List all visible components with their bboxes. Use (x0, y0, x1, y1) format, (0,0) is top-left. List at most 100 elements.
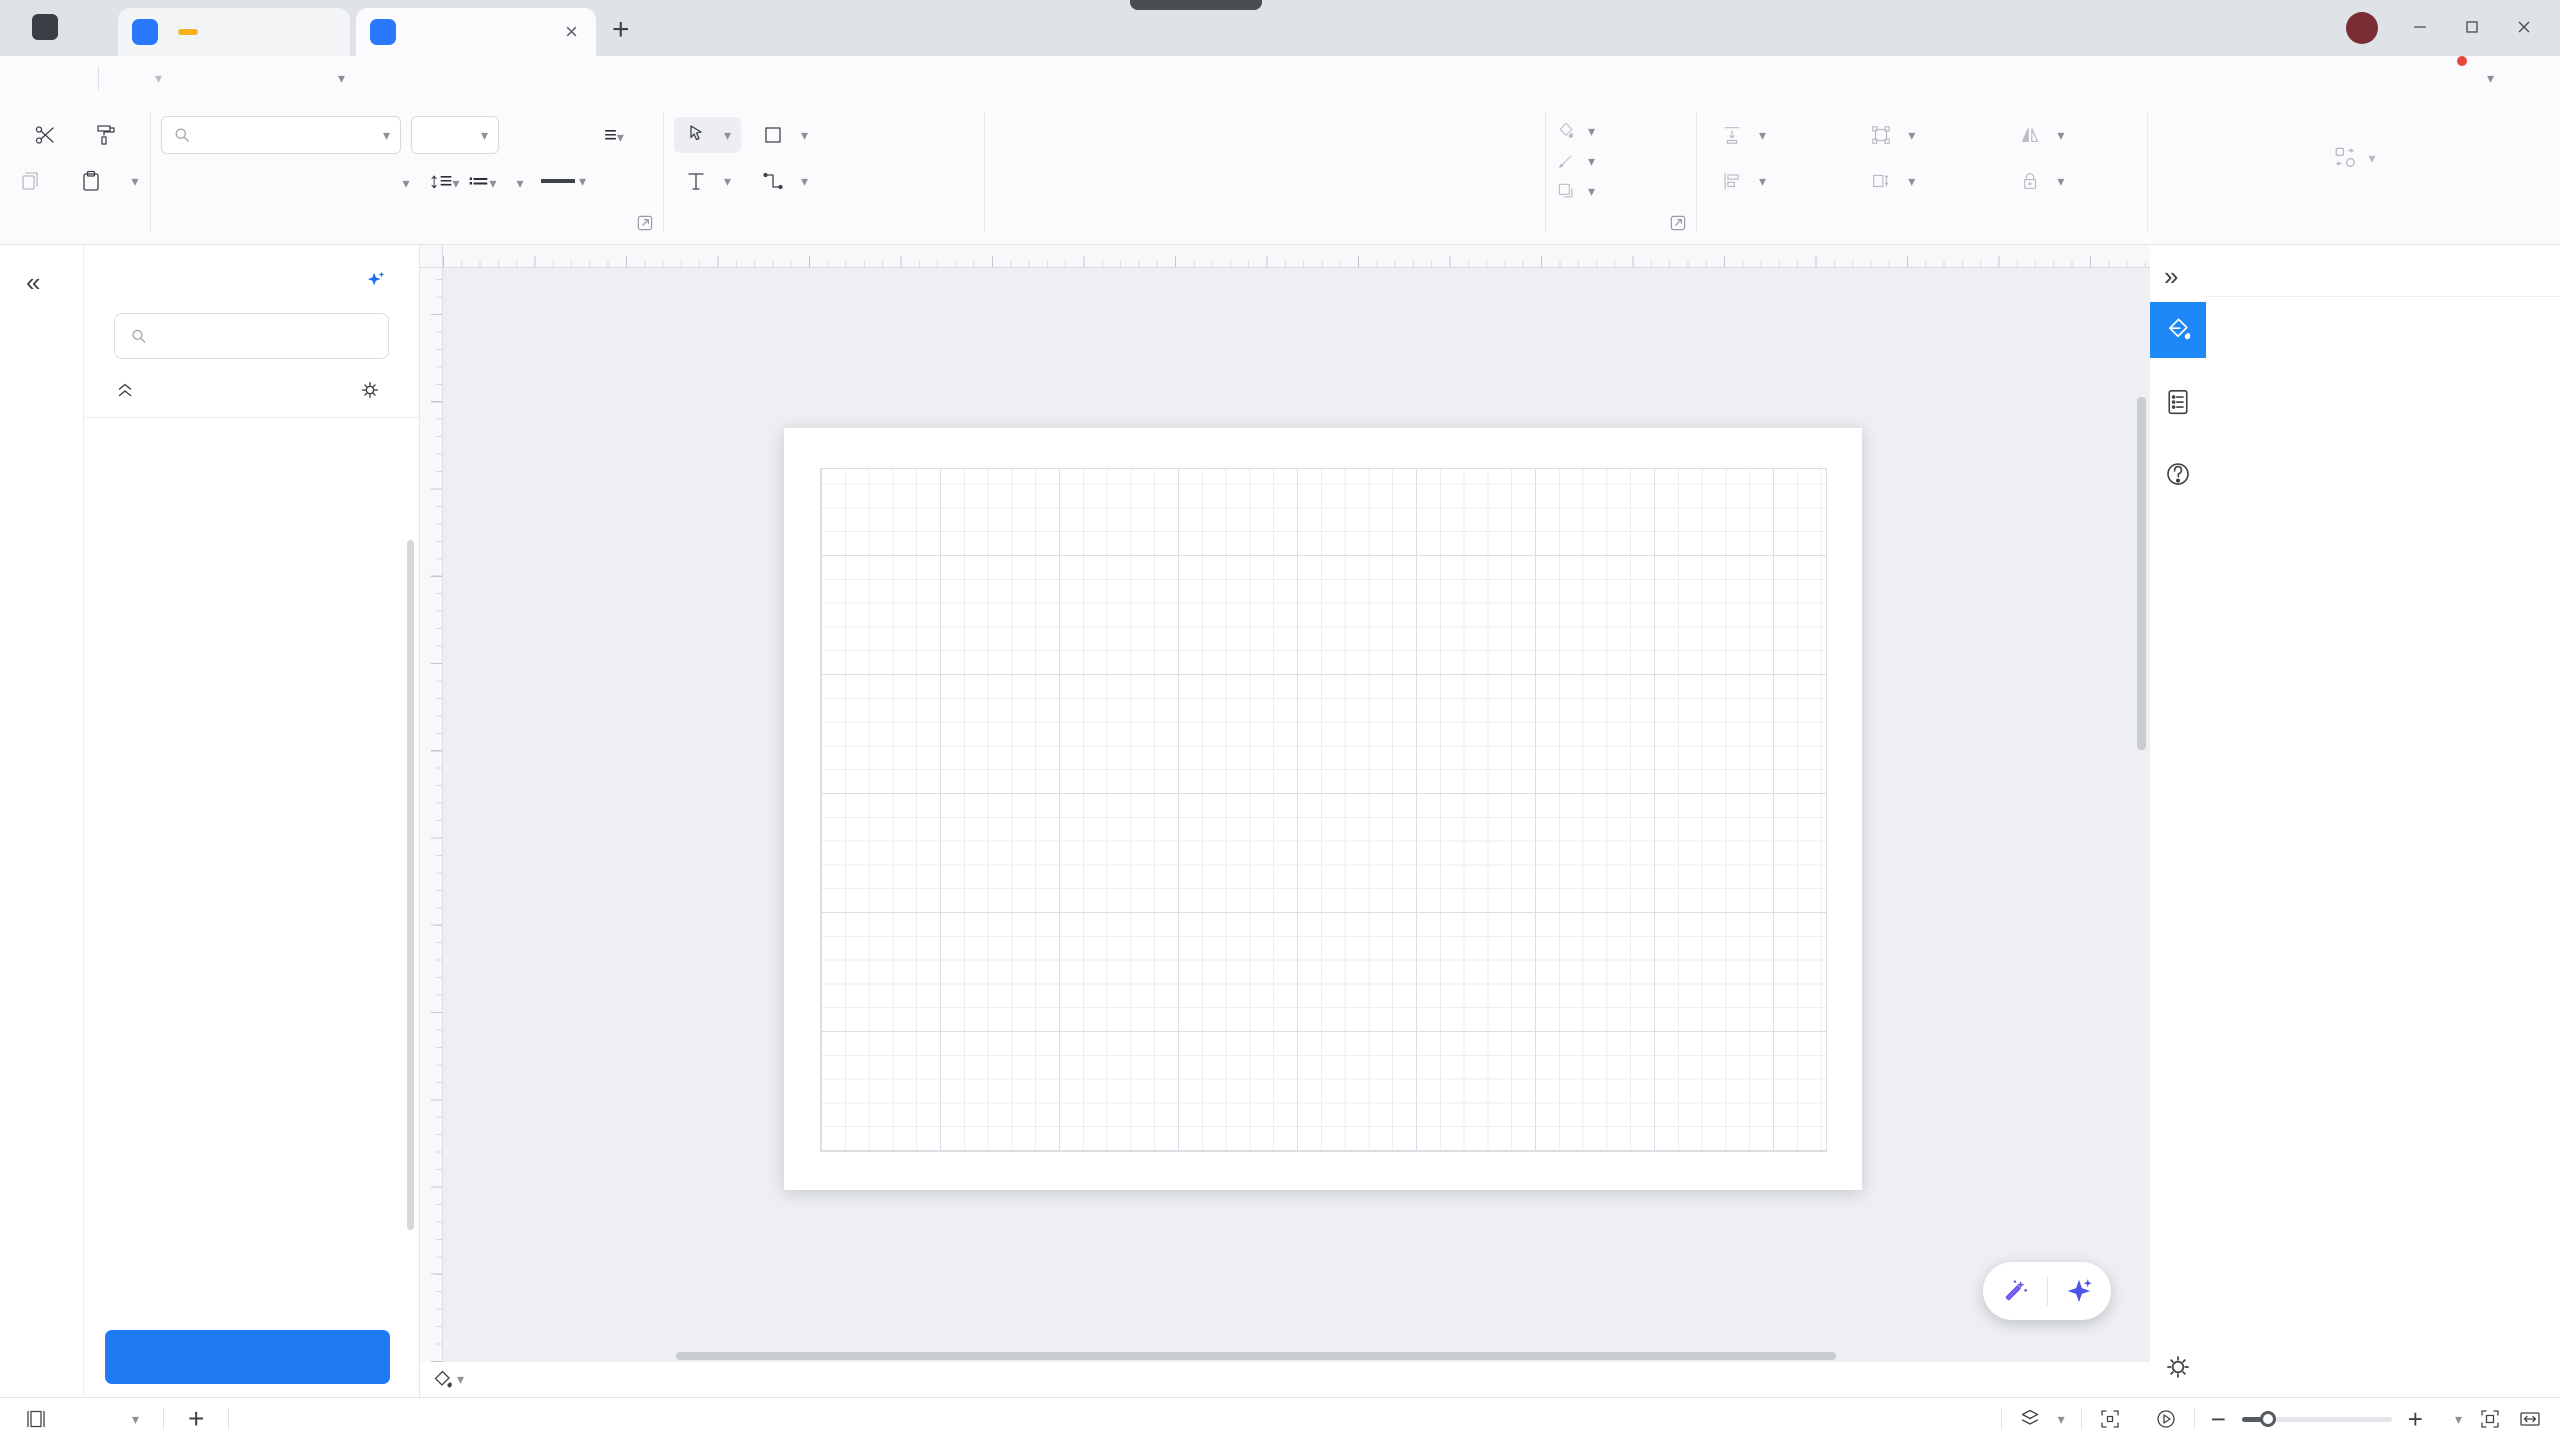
format-section: ▾ ▾ ▾ (1546, 100, 1696, 244)
avatar[interactable] (2346, 12, 2378, 44)
presentation-play-icon[interactable] (2154, 1407, 2178, 1431)
drawing-viewport[interactable] (443, 268, 2150, 1362)
tools-section: ▾ ▾ ▾ ▾ (664, 100, 984, 244)
symbols-scrollbar[interactable] (407, 540, 414, 1230)
undo-caret-icon[interactable]: ▾ (155, 70, 162, 87)
text-effect-button[interactable]: ▾ (389, 168, 423, 194)
page-setup-tool[interactable] (2150, 374, 2206, 430)
fill-button[interactable]: ▾ (1556, 116, 1686, 146)
close-window-icon[interactable] (2498, 6, 2550, 48)
options-button[interactable] (2413, 74, 2433, 82)
format-dialog-launcher-icon[interactable] (1668, 213, 1688, 238)
palette-fill-button[interactable]: ▾ (430, 1368, 464, 1392)
horizontal-scrollbar[interactable] (676, 1352, 1836, 1360)
paste-icon[interactable] (71, 162, 111, 200)
add-page-button[interactable]: + (178, 1403, 214, 1435)
layers-caret-icon[interactable]: ▾ (2058, 1411, 2065, 1428)
save-icon[interactable] (212, 61, 246, 95)
clipboard-section: ▾ (0, 100, 150, 244)
font-size-select[interactable]: ▾ (411, 116, 499, 154)
zoom-slider-knob[interactable] (2260, 1411, 2276, 1427)
document-tab[interactable]: × (356, 8, 596, 56)
maximize-icon[interactable] (2446, 6, 2498, 48)
share-button[interactable] (2383, 74, 2403, 82)
ai-symbol-button[interactable] (365, 269, 393, 291)
magic-wand-icon[interactable] (2000, 1276, 2030, 1306)
zoom-caret-icon[interactable]: ▾ (2455, 1411, 2462, 1428)
shadow-button[interactable]: ▾ (1556, 176, 1686, 206)
zoom-slider[interactable] (2242, 1417, 2392, 1422)
bullet-list-button[interactable]: ≔▾ (465, 168, 499, 194)
panel-help-tool[interactable] (2150, 446, 2206, 502)
format-painter-icon[interactable] (85, 116, 125, 154)
position-button[interactable]: ▾ (1721, 115, 1860, 155)
home-screen-tab[interactable] (118, 8, 350, 56)
more-commands-icon[interactable] (353, 61, 387, 95)
font-color-button[interactable] (541, 179, 575, 183)
title-bar: × + (0, 0, 2560, 56)
lock-button[interactable]: ▾ (2019, 161, 2137, 201)
help-caret-icon[interactable]: ▾ (2487, 70, 2494, 87)
symbol-grid (84, 428, 396, 1094)
font-family-select[interactable]: ▾ (161, 116, 401, 154)
text-align-button[interactable]: ≡▾ (597, 122, 631, 148)
vertical-scrollbar[interactable] (2137, 397, 2146, 750)
line-spacing-button[interactable]: ↕≡▾ (427, 168, 461, 194)
collapse-all-button[interactable] (114, 379, 144, 401)
layers-icon[interactable] (2018, 1407, 2042, 1431)
group-button[interactable]: ▾ (1870, 115, 2009, 155)
connector-tool[interactable]: ▾ (751, 163, 818, 199)
font-color-caret-icon[interactable]: ▾ (579, 173, 586, 190)
rotate-button[interactable]: ▾ (2019, 115, 2137, 155)
app-mini-icon[interactable] (32, 14, 58, 40)
undo-icon[interactable] (113, 61, 147, 95)
replace-shape-button[interactable] (2332, 142, 2358, 174)
minimize-icon[interactable] (2394, 6, 2446, 48)
page-selector[interactable]: ▾ (62, 1411, 149, 1428)
ribbon: ▾ ▾ ▾ ≡▾ (0, 100, 2560, 245)
export-caret-icon[interactable]: ▾ (338, 70, 345, 87)
zoom-out-button[interactable]: − (2211, 1404, 2226, 1435)
more-symbols-button[interactable] (105, 1330, 390, 1384)
copy-icon[interactable] (11, 162, 51, 200)
paint-bucket-icon (2163, 315, 2193, 345)
zoom-in-button[interactable]: + (2408, 1404, 2423, 1435)
canvas-settings-gear-icon[interactable] (2162, 1351, 2194, 1388)
drawing-page[interactable] (784, 428, 1862, 1190)
size-button[interactable]: ▾ (1870, 161, 2009, 201)
symbol-search-box[interactable] (114, 313, 389, 359)
publish-button[interactable] (2353, 74, 2373, 82)
paste-caret-icon[interactable]: ▾ (131, 173, 138, 190)
line-button[interactable]: ▾ (1556, 146, 1686, 176)
file-menu[interactable] (60, 74, 84, 82)
fit-to-window-icon[interactable] (2478, 1407, 2502, 1431)
fill-format-tool[interactable] (2150, 302, 2206, 358)
fit-width-icon[interactable] (2518, 1407, 2542, 1431)
sparkle-icon (365, 269, 387, 291)
notification-dot (2457, 56, 2467, 66)
text-tool[interactable]: ▾ (674, 163, 741, 199)
pages-panel-icon[interactable] (24, 1407, 48, 1431)
manage-symbols-button[interactable] (359, 379, 389, 401)
back-icon[interactable] (18, 61, 52, 95)
redo-icon[interactable] (170, 61, 204, 95)
replace-caret-icon[interactable]: ▾ (2368, 150, 2375, 167)
close-tab-icon[interactable]: × (561, 19, 582, 45)
align-button[interactable]: ▾ (1721, 161, 1860, 201)
collapse-sidebar-icon[interactable]: « (26, 267, 83, 298)
ai-sparkle-icon[interactable] (2064, 1276, 2094, 1306)
gear-icon (359, 379, 381, 401)
new-tab-button[interactable]: + (612, 16, 630, 44)
cut-icon[interactable] (25, 116, 65, 154)
collapse-panel-icon[interactable]: » (2164, 261, 2206, 292)
print-icon[interactable] (254, 61, 288, 95)
format-tabs (2206, 245, 2560, 297)
collapse-ribbon-icon[interactable] (2504, 61, 2538, 95)
shape-tool[interactable]: ▾ (751, 117, 818, 153)
focus-frame-icon[interactable] (2098, 1407, 2122, 1431)
font-dialog-launcher-icon[interactable] (635, 213, 655, 238)
export-icon[interactable] (296, 61, 330, 95)
select-tool[interactable]: ▾ (674, 117, 741, 153)
symbol-search-input[interactable] (158, 325, 374, 348)
highlight-button[interactable]: ▾ (503, 168, 537, 194)
